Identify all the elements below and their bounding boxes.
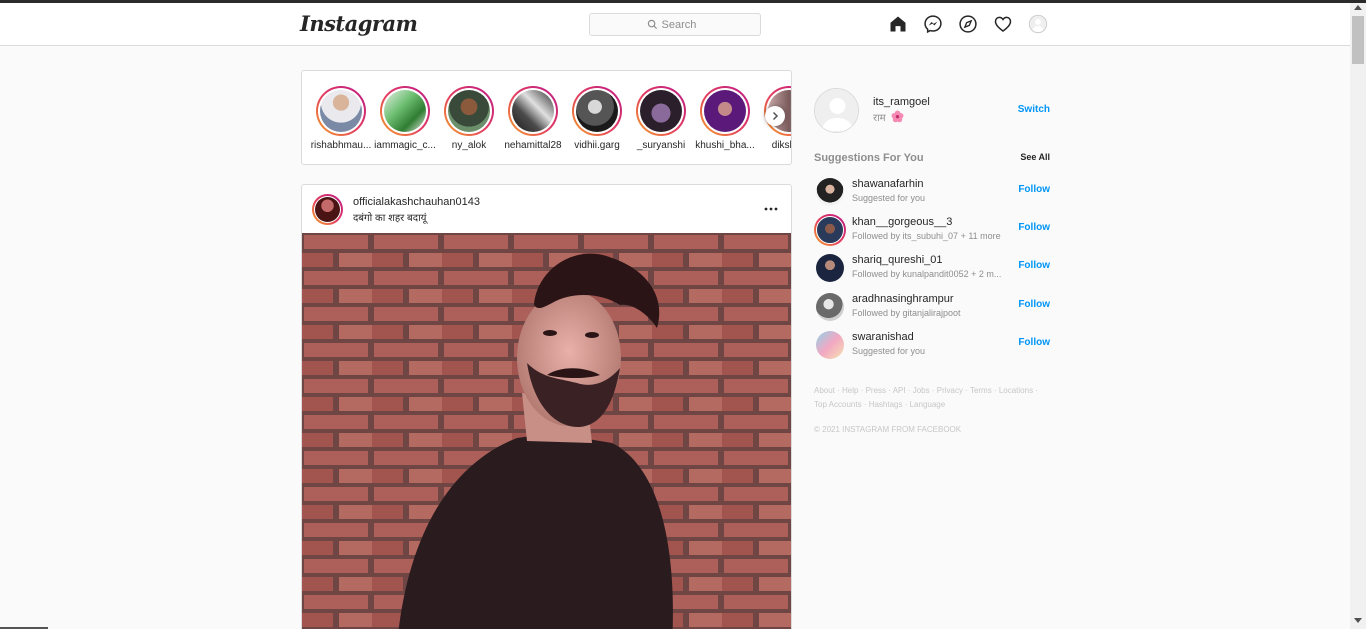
story-username: dikshaa bbox=[771, 140, 791, 151]
suggestion-username[interactable]: shariq_qureshi_01 bbox=[852, 254, 943, 266]
story-username: nehamittal28 bbox=[504, 140, 562, 151]
story-username: iammagic_c... bbox=[374, 140, 436, 151]
search-input[interactable] bbox=[661, 18, 704, 31]
footer-link[interactable]: Help bbox=[842, 386, 858, 395]
suggestion-subtitle: Suggested for you bbox=[852, 193, 926, 203]
stories-next-button[interactable] bbox=[765, 106, 785, 126]
suggestion-row: shawanafarhin Suggested for you Follow bbox=[814, 176, 1050, 208]
default-avatar-icon bbox=[815, 89, 858, 132]
footer-link[interactable]: API bbox=[893, 386, 906, 395]
current-user-fullname: राम bbox=[873, 110, 904, 124]
suggestion-username[interactable]: shawanafarhin bbox=[852, 178, 924, 190]
follow-button[interactable]: Follow bbox=[1018, 222, 1050, 233]
story-avatar bbox=[704, 90, 746, 132]
story-item[interactable]: khushi_bha... bbox=[692, 86, 758, 151]
home-icon[interactable] bbox=[888, 14, 908, 34]
suggestions-heading: Suggestions For You bbox=[814, 152, 924, 164]
follow-button[interactable]: Follow bbox=[1018, 299, 1050, 310]
story-username: khushi_bha... bbox=[695, 140, 755, 151]
suggestion-subtitle: Suggested for you bbox=[852, 346, 926, 356]
story-avatar bbox=[512, 90, 554, 132]
story-item[interactable]: ny_alok bbox=[436, 86, 502, 151]
suggestion-username[interactable]: aradhnasinghrampur bbox=[852, 293, 954, 305]
suggestion-avatar[interactable] bbox=[816, 254, 844, 282]
flower-emoji-icon bbox=[892, 110, 904, 123]
footer-links: About · Help · Press · API · Jobs · Priv… bbox=[814, 386, 1038, 409]
top-navbar: Instagram bbox=[0, 3, 1350, 46]
profile-avatar-icon[interactable] bbox=[1028, 14, 1048, 34]
story-avatar bbox=[576, 90, 618, 132]
footer-link[interactable]: Privacy bbox=[937, 386, 963, 395]
chevron-right-icon bbox=[772, 111, 779, 121]
suggestion-row: aradhnasinghrampur Followed by gitanjali… bbox=[814, 291, 1050, 323]
follow-button[interactable]: Follow bbox=[1018, 260, 1050, 271]
footer-link[interactable]: Hashtags bbox=[869, 400, 903, 409]
follow-button[interactable]: Follow bbox=[1018, 337, 1050, 348]
current-user-username[interactable]: its_ramgoel bbox=[873, 96, 930, 108]
story-avatar bbox=[320, 90, 362, 132]
suggestion-row: swaranishad Suggested for you Follow bbox=[814, 329, 1050, 361]
story-username: vidhii.garg bbox=[574, 140, 620, 151]
story-item[interactable]: rishabhmau... bbox=[308, 86, 374, 151]
suggestion-username[interactable]: swaranishad bbox=[852, 331, 914, 343]
story-item[interactable]: vidhii.garg bbox=[564, 86, 630, 151]
footer-link[interactable]: Press bbox=[866, 386, 886, 395]
footer-link[interactable]: Top Accounts bbox=[814, 400, 862, 409]
suggestion-subtitle: Followed by its_subuhi_07 + 11 more bbox=[852, 231, 1001, 241]
footer-link[interactable]: Locations bbox=[999, 386, 1033, 395]
story-avatar bbox=[640, 90, 682, 132]
heart-icon[interactable] bbox=[993, 14, 1013, 34]
instagram-logo[interactable]: Instagram bbox=[300, 11, 418, 36]
story-avatar bbox=[448, 90, 490, 132]
search-box[interactable] bbox=[589, 13, 761, 36]
post-author-username[interactable]: officialakashchauhan0143 bbox=[353, 196, 480, 208]
story-username: ny_alok bbox=[451, 140, 487, 151]
scrollbar-thumb[interactable] bbox=[1352, 16, 1364, 64]
story-item[interactable]: iammagic_c... bbox=[372, 86, 438, 151]
suggestion-username[interactable]: khan__gorgeous__3 bbox=[852, 216, 952, 228]
post-location[interactable]: दबंगो का शहर बदायूं bbox=[353, 210, 426, 224]
suggestion-avatar[interactable] bbox=[816, 178, 844, 206]
search-icon bbox=[647, 19, 657, 30]
see-all-link[interactable]: See All bbox=[1020, 152, 1050, 162]
messenger-icon[interactable] bbox=[923, 14, 943, 34]
story-item[interactable]: _suryanshi bbox=[628, 86, 694, 151]
suggestion-row: shariq_qureshi_01 Followed by kunalpandi… bbox=[814, 252, 1050, 284]
suggestion-avatar[interactable] bbox=[814, 214, 846, 246]
story-avatar bbox=[384, 90, 426, 132]
story-item[interactable]: nehamittal28 bbox=[500, 86, 566, 151]
current-user-avatar[interactable] bbox=[814, 88, 859, 133]
switch-account-link[interactable]: Switch bbox=[1018, 104, 1050, 115]
vertical-scrollbar[interactable] bbox=[1350, 3, 1366, 629]
scroll-up-arrow-icon[interactable] bbox=[1354, 5, 1362, 10]
current-user-fullname-text: राम bbox=[873, 113, 886, 124]
story-username: _suryanshi bbox=[636, 140, 686, 151]
post-image[interactable] bbox=[302, 233, 792, 629]
story-username: rishabhmau... bbox=[310, 140, 372, 151]
explore-icon[interactable] bbox=[958, 14, 978, 34]
suggestion-subtitle: Followed by kunalpandit0052 + 2 m... bbox=[852, 269, 1002, 279]
scroll-down-arrow-icon[interactable] bbox=[1354, 618, 1362, 623]
post-header: officialakashchauhan0143 दबंगो का शहर बद… bbox=[302, 185, 791, 233]
footer-link[interactable]: Terms bbox=[970, 386, 992, 395]
footer-link[interactable]: About bbox=[814, 386, 835, 395]
suggestion-avatar[interactable] bbox=[816, 331, 844, 359]
footer-link[interactable]: Language bbox=[910, 400, 946, 409]
feed-post: officialakashchauhan0143 दबंगो का शहर बद… bbox=[301, 184, 792, 629]
more-options-icon[interactable] bbox=[763, 203, 779, 215]
suggestion-row: khan__gorgeous__3 Followed by its_subuhi… bbox=[814, 214, 1050, 246]
copyright-text: © 2021 INSTAGRAM FROM FACEBOOK bbox=[814, 425, 962, 434]
stories-tray: rishabhmau... iammagic_c... ny_alok neha… bbox=[301, 70, 792, 165]
footer-link[interactable]: Jobs bbox=[913, 386, 930, 395]
suggestion-avatar[interactable] bbox=[816, 293, 844, 321]
suggestion-subtitle: Followed by gitanjalirajpoot bbox=[852, 308, 961, 318]
follow-button[interactable]: Follow bbox=[1018, 184, 1050, 195]
post-author-avatar[interactable] bbox=[312, 194, 343, 225]
nav-icon-group bbox=[888, 14, 1048, 34]
